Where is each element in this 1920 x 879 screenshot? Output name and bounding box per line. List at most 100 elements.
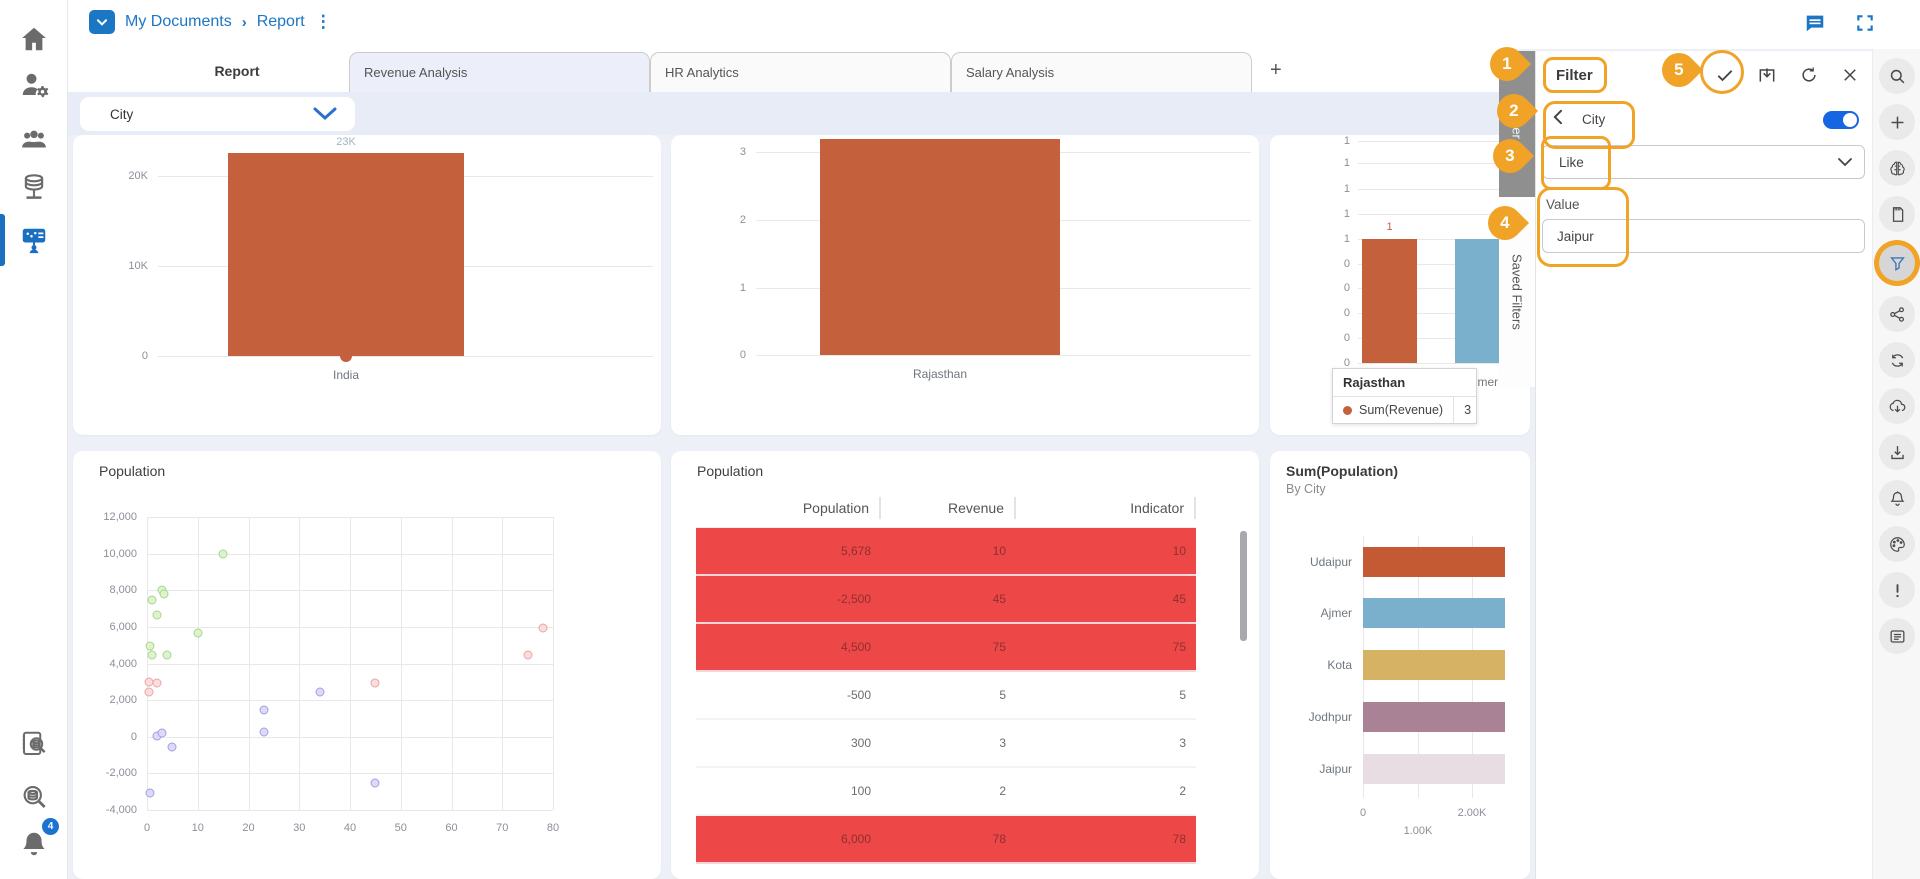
- hbar-ajmer[interactable]: [1363, 598, 1505, 628]
- scatter-point-series-green[interactable]: [153, 610, 162, 619]
- tab-hr-analytics[interactable]: HR Analytics: [650, 52, 951, 92]
- filter-value-input[interactable]: [1542, 219, 1865, 253]
- scatter-point-series-green[interactable]: [145, 642, 154, 651]
- plus-icon[interactable]: [1879, 104, 1915, 140]
- scatter-point-series-purple[interactable]: [371, 779, 380, 788]
- scatter-point-series-red[interactable]: [523, 651, 532, 660]
- add-tab-button[interactable]: +: [1270, 49, 1282, 92]
- bell-icon[interactable]: [1879, 480, 1915, 516]
- table-row[interactable]: 4,5007575: [696, 624, 1196, 672]
- breadcrumb-report[interactable]: Report: [257, 13, 305, 31]
- sd-card-icon[interactable]: [1879, 196, 1915, 232]
- category-label-ajmer: Ajmer: [1270, 606, 1352, 620]
- bar-rajasthan[interactable]: [820, 139, 1060, 355]
- table-row[interactable]: 6,0007878: [696, 816, 1196, 864]
- chart-card-population-scatter: Population12,00010,0008,0006,0004,0002,0…: [73, 451, 661, 879]
- column-header-revenue[interactable]: Revenue: [881, 497, 1016, 519]
- scatter-point-series-red[interactable]: [153, 678, 162, 687]
- table-cell: 4,500: [696, 640, 881, 654]
- table-row[interactable]: -50055: [696, 672, 1196, 720]
- comment-icon[interactable]: [1803, 12, 1827, 39]
- filter-panel-title: Filter: [1556, 67, 1593, 84]
- breadcrumb-my-documents[interactable]: My Documents: [125, 13, 232, 31]
- exclamation-icon[interactable]: [1879, 572, 1915, 608]
- scatter-point-series-green[interactable]: [163, 651, 172, 660]
- scatter-point-series-green[interactable]: [219, 549, 228, 558]
- table-row[interactable]: 10022: [696, 768, 1196, 816]
- hbar-kota[interactable]: [1363, 650, 1505, 680]
- fullscreen-icon[interactable]: [1855, 13, 1875, 38]
- scatter-point-series-green[interactable]: [148, 651, 157, 660]
- x-axis-tick: 80: [547, 822, 559, 834]
- report-name-label[interactable]: Report: [147, 49, 327, 92]
- bar-india[interactable]: [228, 153, 464, 356]
- scatter-point-series-purple[interactable]: [315, 687, 324, 696]
- report-search-icon[interactable]: [0, 722, 67, 766]
- panel-vertical-tabs: Filter Saved Filters: [1499, 51, 1535, 879]
- back-chevron-icon[interactable]: [1552, 109, 1563, 130]
- hbar-jaipur[interactable]: [1363, 754, 1505, 784]
- palette-icon[interactable]: [1879, 526, 1915, 562]
- city-filter-dropdown[interactable]: City: [80, 97, 355, 131]
- apply-filter-check-icon[interactable]: [1715, 65, 1735, 90]
- notifications-icon[interactable]: 4: [0, 822, 67, 866]
- scatter-point-series-red[interactable]: [371, 678, 380, 687]
- chart-card-revenue-state: 3210Rajasthan: [671, 135, 1259, 435]
- filter-enable-toggle[interactable]: [1823, 111, 1859, 129]
- scatter-point-series-purple[interactable]: [145, 788, 154, 797]
- breadcrumb-separator-icon: ›: [242, 14, 247, 31]
- table-row[interactable]: 5,6781010: [696, 528, 1196, 576]
- tooltip-series-label: Sum(Revenue): [1359, 403, 1443, 417]
- close-panel-icon[interactable]: [1841, 66, 1859, 89]
- scatter-point-series-green[interactable]: [148, 596, 157, 605]
- funnel-icon[interactable]: [1879, 245, 1915, 281]
- scatter-point-series-red[interactable]: [538, 623, 547, 632]
- folder-icon[interactable]: [89, 10, 115, 34]
- y-axis-tick: 1: [1270, 233, 1350, 245]
- scatter-point-series-purple[interactable]: [168, 742, 177, 751]
- brain-icon[interactable]: [1879, 150, 1915, 186]
- cloud-download-icon[interactable]: [1879, 388, 1915, 424]
- table-cell: 75: [881, 640, 1016, 654]
- share-icon[interactable]: [1879, 296, 1915, 332]
- chart-title: Sum(Population): [1286, 463, 1398, 479]
- user-settings-icon[interactable]: [0, 63, 67, 107]
- home-icon[interactable]: [0, 17, 67, 61]
- scatter-point-series-red[interactable]: [145, 687, 154, 696]
- tab-salary-analysis[interactable]: Salary Analysis: [951, 52, 1252, 92]
- report-board-icon[interactable]: [0, 218, 67, 262]
- scatter-point-series-green[interactable]: [159, 589, 168, 598]
- download-tray-icon[interactable]: [1879, 434, 1915, 470]
- filter-panel: Filter City Like Value: [1535, 51, 1873, 879]
- gridline: [158, 356, 653, 357]
- operator-select[interactable]: Like: [1542, 145, 1865, 179]
- refresh-filter-icon[interactable]: [1799, 65, 1819, 90]
- tab-bar: Report Revenue AnalysisHR AnalyticsSalar…: [67, 49, 1499, 92]
- x-axis-tick: 40: [344, 822, 356, 834]
- scatter-point-series-purple[interactable]: [259, 706, 268, 715]
- bar-jaipur[interactable]: [1362, 239, 1417, 363]
- table-scrollbar[interactable]: [1240, 531, 1247, 641]
- y-axis-tick: 0: [73, 350, 148, 362]
- data-search-icon[interactable]: [0, 775, 67, 819]
- search-icon[interactable]: [1879, 58, 1915, 94]
- hbar-jodhpur[interactable]: [1363, 702, 1505, 732]
- scatter-point-series-purple[interactable]: [259, 728, 268, 737]
- user-group-icon[interactable]: [0, 118, 67, 162]
- save-filter-icon[interactable]: [1757, 65, 1777, 90]
- note-icon[interactable]: [1879, 618, 1915, 654]
- hbar-udaipur[interactable]: [1363, 547, 1505, 577]
- scatter-point-series-purple[interactable]: [158, 728, 167, 737]
- y-axis-tick: 6,000: [73, 621, 137, 633]
- scatter-point-series-green[interactable]: [193, 629, 202, 638]
- report-menu-icon[interactable]: ⋮: [315, 19, 325, 25]
- database-icon[interactable]: [0, 165, 67, 209]
- column-header-population[interactable]: Population: [696, 497, 881, 519]
- gridline: [452, 517, 453, 810]
- gridline: [147, 517, 148, 810]
- tab-revenue-analysis[interactable]: Revenue Analysis: [349, 52, 650, 92]
- table-row[interactable]: -2,5004545: [696, 576, 1196, 624]
- table-row[interactable]: 30033: [696, 720, 1196, 768]
- sync-icon[interactable]: [1879, 342, 1915, 378]
- column-header-indicator[interactable]: Indicator: [1016, 497, 1196, 519]
